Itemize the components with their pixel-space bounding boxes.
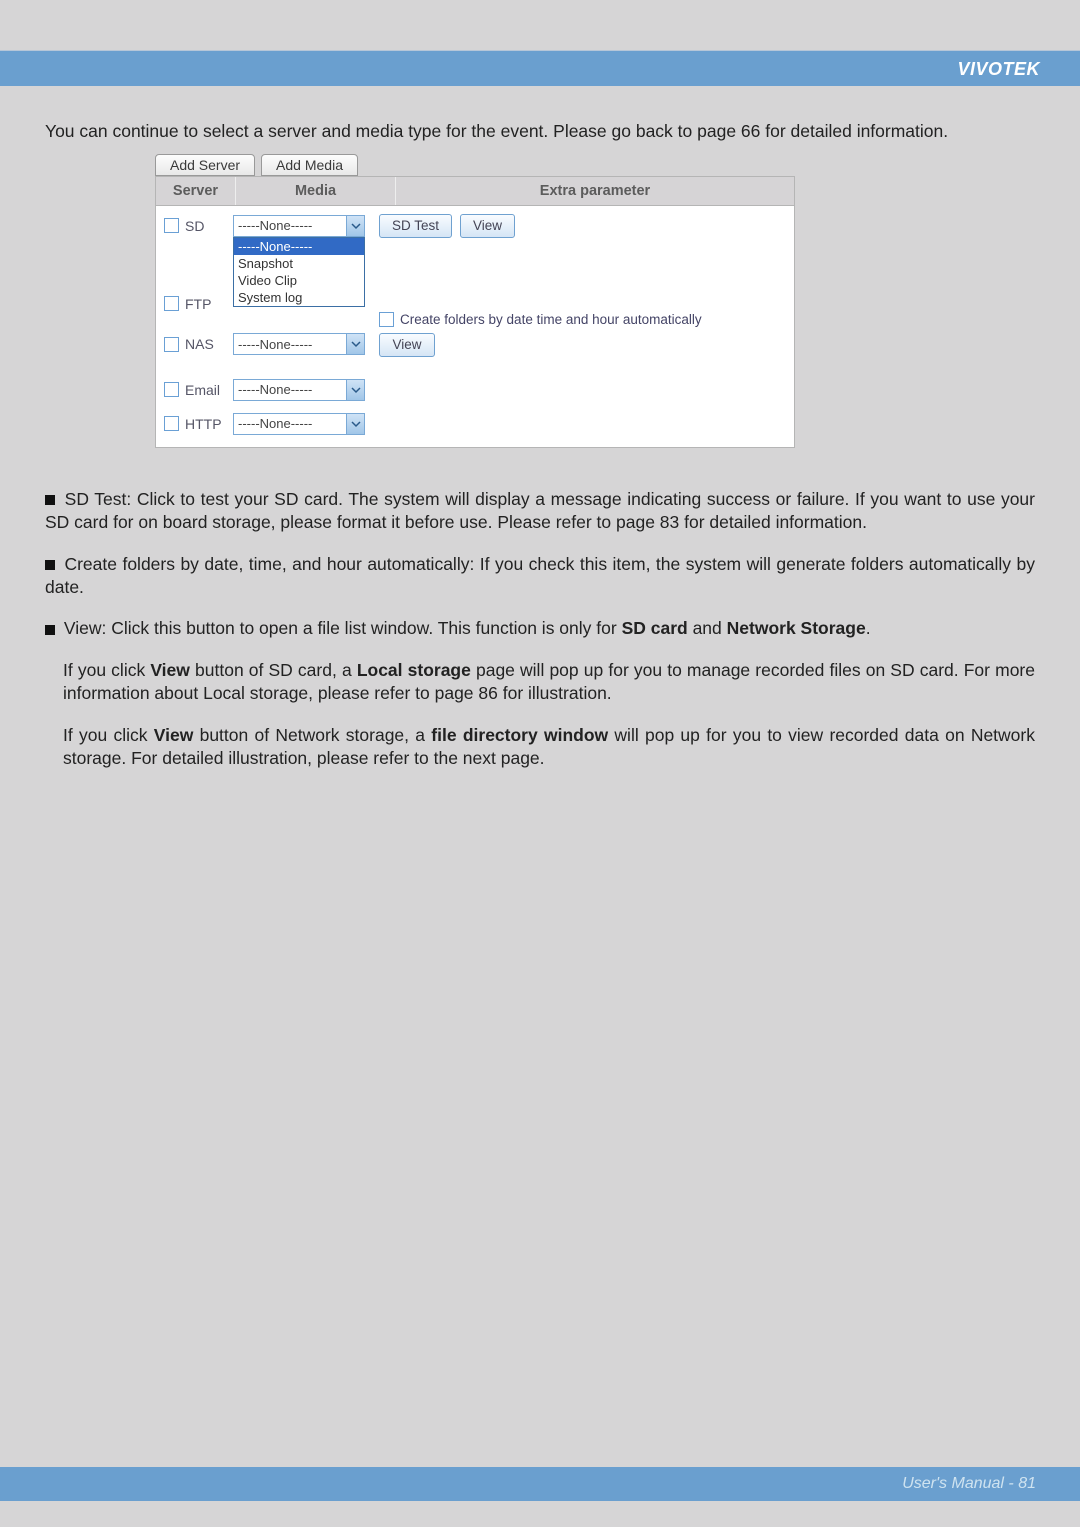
bullet-icon [45,560,55,570]
label-ftp: FTP [185,296,233,312]
p5b: View [154,725,194,745]
p4c: button of SD card, a [190,660,357,680]
p3b: SD card [622,618,688,638]
para-createfolders: Create folders by date, time, and hour a… [45,553,1035,600]
p4a: If you click [63,660,150,680]
footer-page: 81 [1018,1475,1036,1492]
chevron-down-icon [346,414,364,434]
option-systemlog[interactable]: System log [234,289,364,306]
select-sd-value: -----None----- [238,218,312,233]
rows-container: SD -----None----- -----None----- Snapsho… [155,206,795,448]
sd-view-button[interactable]: View [460,214,515,238]
p5d: file directory window [431,725,608,745]
tab-add-server[interactable]: Add Server [155,154,255,176]
p4d: Local storage [357,660,471,680]
para-view-sd: If you click View button of SD card, a L… [45,659,1035,706]
row-sd: SD -----None----- -----None----- Snapsho… [164,214,786,238]
extra-nas: Create folders by date time and hour aut… [379,312,702,357]
p3a: View: Click this button to open a file l… [64,618,622,638]
chevron-down-icon [346,216,364,236]
nas-view-button[interactable]: View [379,333,435,357]
p2-text: Create folders by date, time, and hour a… [45,554,1035,597]
option-snapshot[interactable]: Snapshot [234,255,364,272]
header-server: Server [156,177,236,205]
checkbox-nas[interactable] [164,337,179,352]
checkbox-ftp[interactable] [164,296,179,311]
para-view-nas: If you click View button of Network stor… [45,724,1035,771]
create-folders-label: Create folders by date time and hour aut… [400,312,702,327]
header-extra: Extra parameter [396,177,794,205]
select-nas-value: -----None----- [238,337,312,352]
tab-row: Add Server Add Media [155,154,795,176]
header-bar: VIVOTEK [0,50,1080,86]
header-media: Media [236,177,396,205]
select-http[interactable]: -----None----- [233,413,365,435]
row-http: HTTP -----None----- [164,413,786,435]
p3d: Network Storage [727,618,866,638]
grid-header: Server Media Extra parameter [155,176,795,206]
para-view: View: Click this button to open a file l… [45,617,1035,640]
checkbox-create-folders[interactable] [379,312,394,327]
select-sd[interactable]: -----None----- [233,215,365,237]
checkbox-sd[interactable] [164,218,179,233]
checkbox-http[interactable] [164,416,179,431]
create-folder-line: Create folders by date time and hour aut… [379,312,702,327]
label-email: Email [185,382,233,398]
label-nas: NAS [185,336,233,352]
select-http-value: -----None----- [238,416,312,431]
footer-label: User's Manual - [902,1475,1018,1492]
option-none[interactable]: -----None----- [234,238,364,255]
p3c: and [688,618,727,638]
page-content: You can continue to select a server and … [45,120,1035,789]
sd-test-button[interactable]: SD Test [379,214,452,238]
brand-label: VIVOTEK [957,59,1040,80]
extra-sd: SD Test View [379,214,515,238]
para-sdtest: SD Test: Click to test your SD card. The… [45,488,1035,535]
bullet-icon [45,625,55,635]
select-email[interactable]: -----None----- [233,379,365,401]
p1-text: SD Test: Click to test your SD card. The… [45,489,1035,532]
p5c: button of Network storage, a [193,725,431,745]
intro-text: You can continue to select a server and … [45,120,1035,144]
chevron-down-icon [346,334,364,354]
bullet-icon [45,495,55,505]
checkbox-email[interactable] [164,382,179,397]
label-http: HTTP [185,416,233,432]
p5a: If you click [63,725,154,745]
p3e: . [866,618,871,638]
label-sd: SD [185,218,233,234]
footer: User's Manual - 81 [902,1475,1036,1493]
config-panel: Add Server Add Media Server Media Extra … [155,154,795,448]
chevron-down-icon [346,380,364,400]
select-email-value: -----None----- [238,382,312,397]
body-text: SD Test: Click to test your SD card. The… [45,488,1035,771]
row-nas: NAS -----None----- Create folders by dat… [164,322,786,367]
select-nas[interactable]: -----None----- [233,333,365,355]
p4b: View [150,660,190,680]
row-email: Email -----None----- [164,379,786,401]
dropdown-sd-options[interactable]: -----None----- Snapshot Video Clip Syste… [233,237,365,307]
tab-add-media[interactable]: Add Media [261,154,358,176]
select-wrap-sd: -----None----- -----None----- Snapshot V… [233,215,365,237]
option-videoclip[interactable]: Video Clip [234,272,364,289]
